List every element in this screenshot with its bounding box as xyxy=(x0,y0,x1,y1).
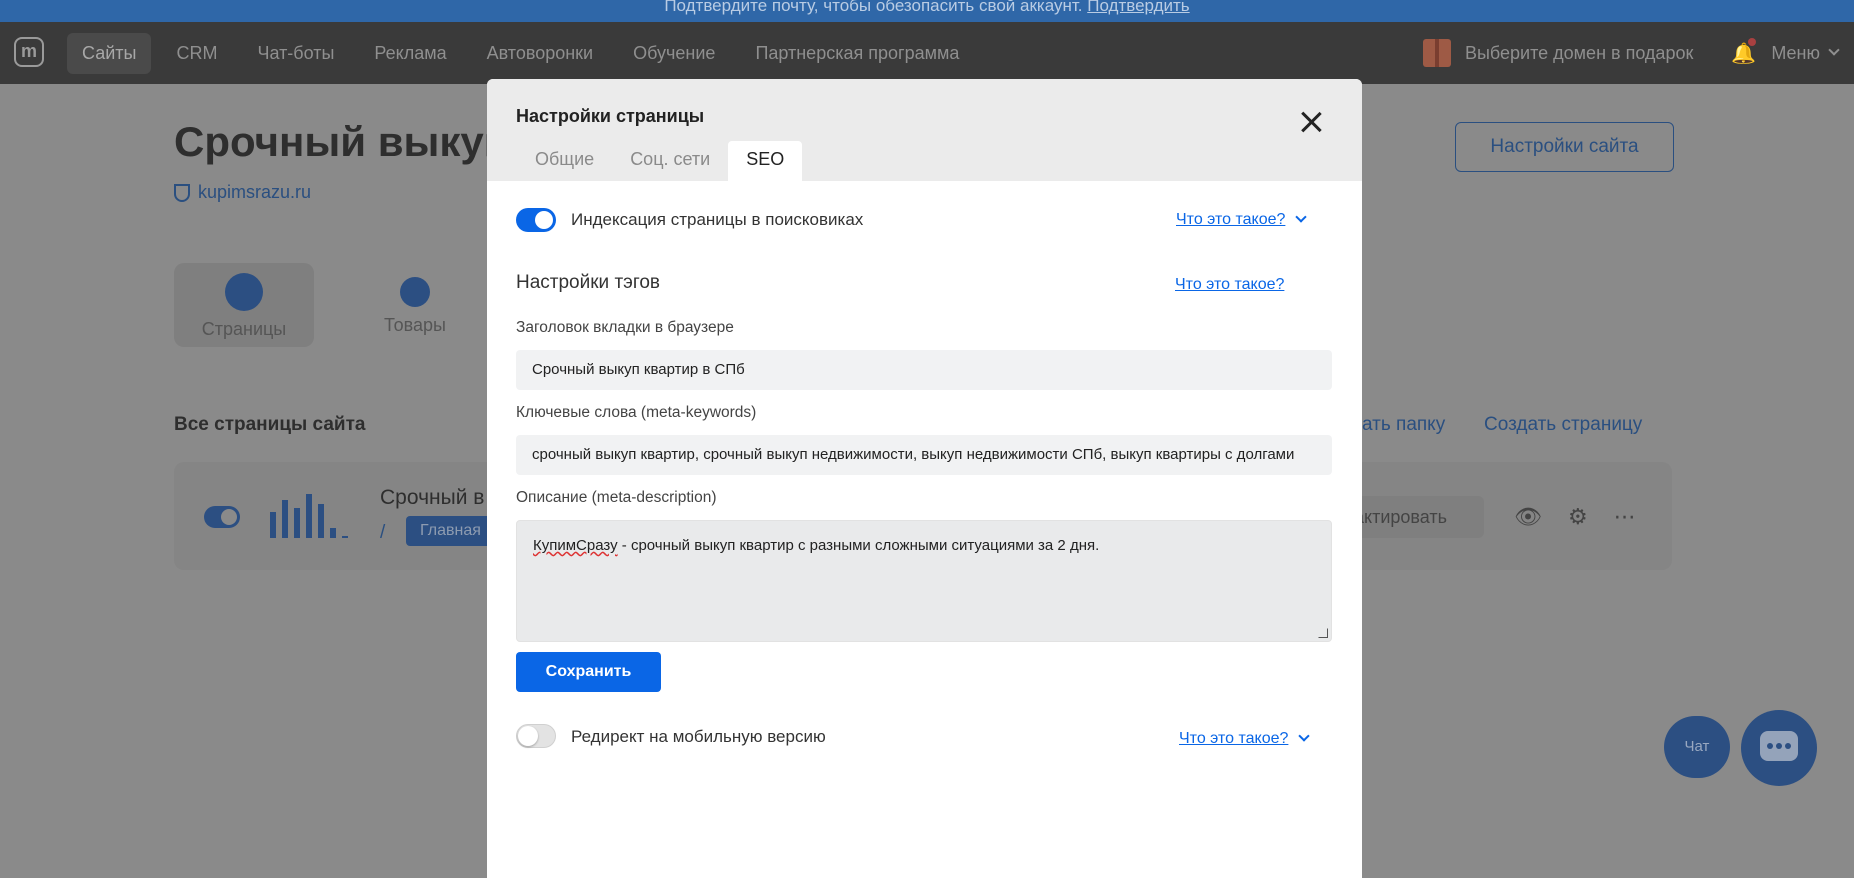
tab-social[interactable]: Соц. сети xyxy=(612,141,728,181)
nav-item-funnels[interactable]: Автоворонки xyxy=(472,33,609,74)
indexing-toggle[interactable] xyxy=(516,208,556,232)
pages-icon xyxy=(225,273,263,311)
page-publish-toggle[interactable] xyxy=(204,506,240,528)
nav-item-partners[interactable]: Партнерская программа xyxy=(740,33,974,74)
modal-header: Настройки страницы Общие Соц. сети SEO xyxy=(487,79,1362,181)
tile-pages[interactable]: Страницы xyxy=(174,263,314,347)
gift-domain-link[interactable]: Выберите домен в подарок xyxy=(1465,43,1693,64)
chat-bubble-icon xyxy=(1760,731,1798,761)
eye-icon[interactable]: 👁 xyxy=(1514,504,1542,530)
browser-title-label: Заголовок вкладки в браузере xyxy=(516,319,734,336)
chevron-down-icon xyxy=(1298,730,1311,742)
chevron-down-icon xyxy=(1828,44,1840,56)
email-confirm-banner: Подтвердите почту, чтобы обезопасить сво… xyxy=(0,0,1854,22)
redirect-help-text: Что это такое? xyxy=(1179,730,1289,747)
tags-settings-heading: Настройки тэгов xyxy=(516,272,661,293)
tile-products-label: Товары xyxy=(384,315,446,335)
nav-right: Выберите домен в подарок 🔔 Меню xyxy=(1422,38,1840,67)
redirect-help-link[interactable]: Что это такое? xyxy=(1179,730,1311,748)
redirect-toggle[interactable] xyxy=(516,724,556,748)
nav-item-chatbots[interactable]: Чат-боты xyxy=(242,33,349,74)
indexing-label: Индексация страницы в поисковиках xyxy=(571,210,864,229)
logo-icon[interactable]: m xyxy=(14,37,44,67)
create-page-link[interactable]: Создать страницу xyxy=(1484,414,1642,436)
chat-button[interactable]: Чат xyxy=(1664,716,1730,778)
tile-pages-label: Страницы xyxy=(201,319,287,339)
modal-tabs: Общие Соц. сети SEO xyxy=(516,141,803,181)
tab-seo[interactable]: SEO xyxy=(728,141,803,181)
resize-handle-icon[interactable] xyxy=(1318,628,1328,638)
site-title: Срочный выкуп xyxy=(174,118,510,165)
indexing-help-text: Что это такое? xyxy=(1176,211,1286,228)
site-domain[interactable]: kupimsrazu.ru xyxy=(174,182,311,203)
page-row-title[interactable]: Срочный в xyxy=(380,486,484,510)
all-pages-heading: Все страницы сайта xyxy=(174,414,366,435)
nav-item-sites[interactable]: Сайты xyxy=(67,33,152,74)
notification-dot xyxy=(1748,38,1757,46)
more-icon[interactable]: ⋯ xyxy=(1614,504,1636,530)
description-text: - срочный выкуп квартир с разными сложны… xyxy=(617,537,1100,554)
menu-button[interactable]: Меню xyxy=(1771,43,1820,64)
nav-item-learning[interactable]: Обучение xyxy=(618,33,730,74)
nav-item-crm[interactable]: CRM xyxy=(161,33,232,74)
row-actions: 👁 ⚙ ⋯ xyxy=(1514,504,1636,530)
tags-help-link[interactable]: Что это такое? xyxy=(1175,276,1284,294)
redirect-row: Редирект на мобильную версию Что это так… xyxy=(516,724,1332,750)
indexing-row: Индексация страницы в поисковиках Что эт… xyxy=(516,208,1332,234)
banner-text: Подтвердите почту, чтобы обезопасить сво… xyxy=(664,0,1083,15)
page-row-path: / xyxy=(380,522,386,543)
domain-text: kupimsrazu.ru xyxy=(198,182,312,202)
top-navigation: m Сайты CRM Чат-боты Реклама Автоворонки… xyxy=(0,22,1854,84)
gift-icon[interactable] xyxy=(1422,39,1451,67)
keywords-input[interactable]: срочный выкуп квартир, срочный выкуп нед… xyxy=(516,435,1332,475)
chevron-down-icon xyxy=(1295,211,1308,223)
page-settings-modal: Настройки страницы Общие Соц. сети SEO И… xyxy=(487,79,1362,878)
nav-menu: Сайты CRM Чат-боты Реклама Автоворонки О… xyxy=(67,33,984,74)
bell-icon[interactable]: 🔔 xyxy=(1731,38,1757,65)
tile-products[interactable]: Товары xyxy=(345,263,485,347)
site-settings-button[interactable]: Настройки сайта xyxy=(1455,122,1674,172)
save-button[interactable]: Сохранить xyxy=(516,652,661,692)
description-textarea[interactable]: КупимСразу - срочный выкуп квартир с раз… xyxy=(516,520,1332,642)
products-icon xyxy=(400,277,430,307)
chat-bubble-button[interactable] xyxy=(1741,710,1817,786)
indexing-help-link[interactable]: Что это такое? xyxy=(1176,211,1308,229)
close-icon[interactable] xyxy=(1300,111,1322,133)
gear-icon[interactable]: ⚙ xyxy=(1568,504,1588,530)
description-brand: КупимСразу xyxy=(533,537,618,554)
nav-item-ads[interactable]: Реклама xyxy=(359,33,461,74)
shield-icon xyxy=(174,183,190,202)
create-folder-link[interactable]: ать папку xyxy=(1362,414,1445,436)
home-page-badge: Главная xyxy=(406,516,496,546)
description-label: Описание (meta-description) xyxy=(516,489,717,506)
redirect-label: Редирект на мобильную версию xyxy=(571,727,826,746)
edit-page-button[interactable]: актировать xyxy=(1344,496,1484,538)
browser-title-input[interactable]: Срочный выкуп квартир в СПб xyxy=(516,350,1332,390)
tab-general[interactable]: Общие xyxy=(516,141,612,181)
stats-bars-icon xyxy=(270,494,348,538)
keywords-label: Ключевые слова (meta-keywords) xyxy=(516,404,757,421)
modal-title: Настройки страницы xyxy=(516,106,705,126)
confirm-link[interactable]: Подтвердить xyxy=(1087,0,1189,15)
